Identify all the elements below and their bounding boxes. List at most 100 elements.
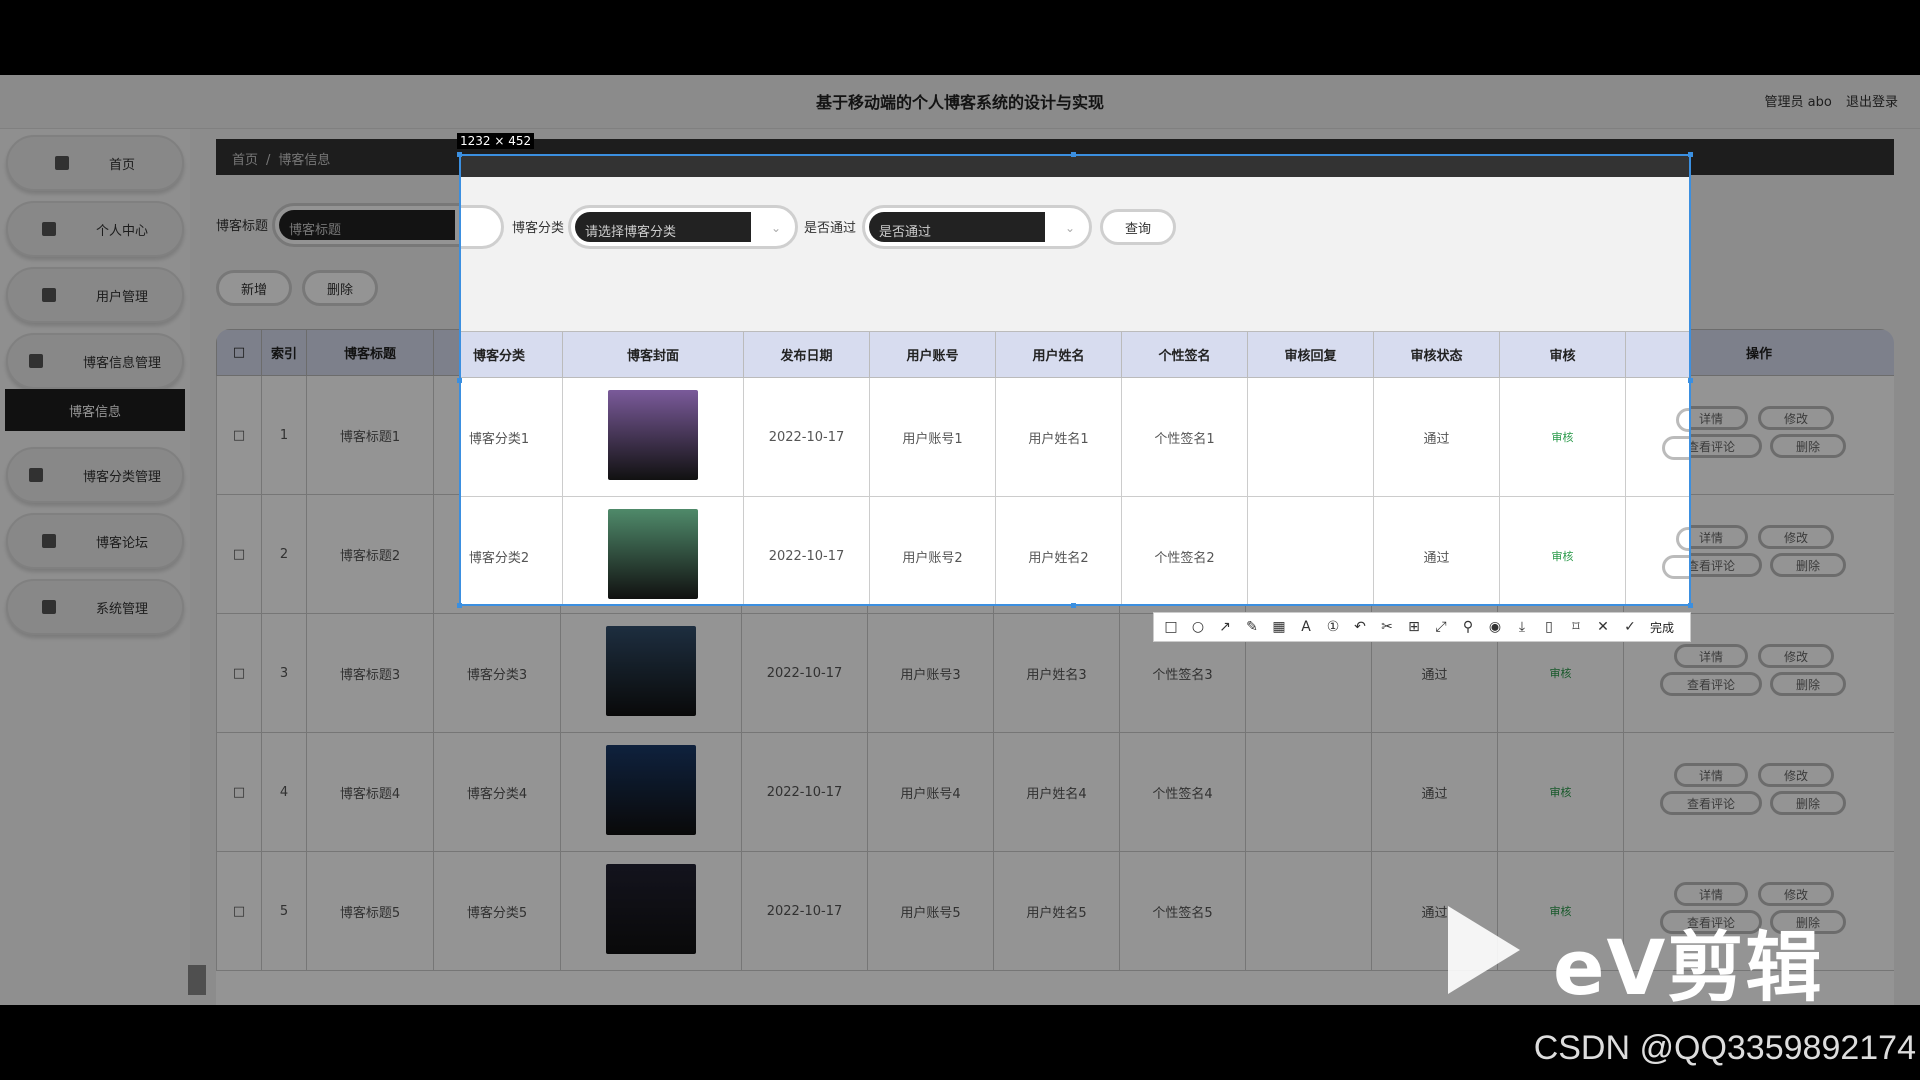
- selection-table-row[interactable]: □2博客标题2博客分类22022-10-17用户账号2用户姓名2个性签名2通过审…: [461, 496, 1689, 604]
- resize-handle[interactable]: [1071, 152, 1076, 157]
- row-checkbox[interactable]: □: [216, 613, 262, 733]
- arrow-icon[interactable]: ↗: [1214, 616, 1236, 638]
- row-delete-button[interactable]: 删除: [1770, 434, 1846, 458]
- table-row[interactable]: □ 4 博客标题4 博客分类4 2022-10-17 用户账号4 用户姓名4 个性签名4 通过 审…: [216, 732, 1894, 852]
- sidebar-item-system[interactable]: 系统管理: [6, 579, 184, 635]
- blog-cover-image[interactable]: [606, 745, 696, 835]
- selection-audit-link[interactable]: 审核: [1552, 550, 1574, 563]
- ellipse-icon[interactable]: ○: [1187, 616, 1209, 638]
- bookmark-icon[interactable]: ⌑: [1565, 616, 1587, 638]
- selection-title-filter-input[interactable]: 博客标题: [461, 205, 504, 249]
- resize-handle[interactable]: [1688, 378, 1693, 383]
- edit-button[interactable]: 修改: [1758, 644, 1834, 668]
- selection-pass-select-placeholder: 是否通过: [869, 212, 1045, 242]
- edit-button[interactable]: 修改: [1758, 525, 1834, 549]
- detail-button[interactable]: 详情: [1674, 882, 1748, 906]
- selection-column-header: 操作: [1625, 331, 1689, 378]
- selection-column-header: 审核: [1499, 331, 1626, 378]
- sidebar-scrollbar[interactable]: [188, 965, 206, 995]
- sidebar-item-home[interactable]: 首页: [6, 135, 184, 191]
- cut-icon[interactable]: ✂: [1376, 616, 1398, 638]
- selection-view-comments-button[interactable]: 查看评论: [1662, 436, 1689, 460]
- selection-cover-cell: [562, 496, 744, 604]
- sidebar-item-blog-info[interactable]: 博客信息管理: [6, 333, 184, 389]
- snip-selection[interactable]: 基于移动端的个人博客系统的设计与实现 管理员 abo 退出登录 首页 个人中心 …: [459, 154, 1691, 606]
- number-icon[interactable]: ①: [1322, 616, 1344, 638]
- row-delete-button[interactable]: 删除: [1770, 553, 1846, 577]
- selection-view-comments-button[interactable]: 查看评论: [1662, 555, 1689, 579]
- audit-link[interactable]: 审核: [1550, 667, 1572, 680]
- check-icon[interactable]: ✓: [1619, 616, 1641, 638]
- selection-category-select[interactable]: 请选择博客分类 ⌄: [568, 205, 798, 249]
- detail-button[interactable]: 详情: [1674, 763, 1748, 787]
- resize-handle[interactable]: [1688, 152, 1693, 157]
- blog-cover-image[interactable]: [606, 864, 696, 954]
- text-icon[interactable]: A: [1295, 616, 1317, 638]
- pin-icon[interactable]: ⚲: [1457, 616, 1479, 638]
- translate-icon[interactable]: ⤢: [1430, 616, 1452, 638]
- pen-icon[interactable]: ✎: [1241, 616, 1263, 638]
- users-icon: [41, 288, 56, 302]
- selection-column-header: 发布日期: [743, 331, 870, 378]
- snip-size-label: 1232 × 452: [457, 133, 535, 149]
- resize-handle[interactable]: [457, 378, 462, 383]
- sidebar: 首页 个人中心 用户管理 博客信息管理 博客信息 博客分类管理 博客论坛 系统管…: [0, 129, 190, 1005]
- resize-handle[interactable]: [457, 603, 462, 608]
- selection-audit-link[interactable]: 审核: [1552, 431, 1574, 444]
- view-comments-button[interactable]: 查看评论: [1660, 791, 1762, 815]
- row-checkbox[interactable]: □: [216, 732, 262, 852]
- add-button[interactable]: 新增: [216, 270, 292, 306]
- record-icon[interactable]: ◉: [1484, 616, 1506, 638]
- selection-blog-cover-image[interactable]: [608, 509, 698, 599]
- row-delete-button[interactable]: 删除: [1770, 672, 1846, 696]
- audit-link[interactable]: 审核: [1550, 786, 1572, 799]
- selection-pass-select[interactable]: 是否通过 ⌄: [862, 205, 1092, 249]
- logout-link[interactable]: 退出登录: [1846, 95, 1898, 110]
- app-window: 基于移动端的个人博客系统的设计与实现 管理员 abo 退出登录 首页 个人中心 …: [461, 156, 1689, 604]
- selection-blog-cover-image[interactable]: [608, 390, 698, 480]
- download-icon[interactable]: ⤓: [1511, 616, 1533, 638]
- delete-button[interactable]: 删除: [302, 270, 378, 306]
- ev-watermark-text: eV剪辑: [1553, 923, 1824, 1012]
- selection-detail-button[interactable]: 详情: [1676, 527, 1689, 551]
- selection-status-cell: 通过: [1373, 377, 1500, 497]
- edit-button[interactable]: 修改: [1758, 763, 1834, 787]
- name-cell: 用户姓名4: [993, 732, 1120, 852]
- row-checkbox[interactable]: □: [216, 494, 262, 614]
- name-cell: 用户姓名5: [993, 851, 1120, 971]
- home-icon: [54, 156, 69, 170]
- forum-icon: [41, 534, 56, 548]
- save-icon[interactable]: ▯: [1538, 616, 1560, 638]
- select-all-checkbox[interactable]: □: [216, 329, 262, 376]
- selection-content: 基于移动端的个人博客系统的设计与实现 管理员 abo 退出登录 首页 个人中心 …: [461, 156, 1689, 604]
- selection-table-row[interactable]: □1博客标题1博客分类12022-10-17用户账号1用户姓名1个性签名1通过审…: [461, 377, 1689, 497]
- mosaic-icon[interactable]: ▦: [1268, 616, 1290, 638]
- selection-sign-cell: 个性签名1: [1121, 377, 1248, 497]
- resize-handle[interactable]: [457, 152, 462, 157]
- selection-detail-button[interactable]: 详情: [1676, 408, 1689, 432]
- sidebar-subitem-blog-info[interactable]: 博客信息: [5, 389, 185, 431]
- rect-icon[interactable]: □: [1160, 616, 1182, 638]
- sidebar-item-category[interactable]: 博客分类管理: [6, 447, 184, 503]
- sidebar-item-users[interactable]: 用户管理: [6, 267, 184, 323]
- detail-button[interactable]: 详情: [1674, 644, 1748, 668]
- title-cell: 博客标题4: [306, 732, 434, 852]
- blog-cover-image[interactable]: [606, 626, 696, 716]
- done-button[interactable]: 完成: [1650, 619, 1674, 636]
- resize-handle[interactable]: [1688, 603, 1693, 608]
- edit-button[interactable]: 修改: [1758, 406, 1834, 430]
- close-icon[interactable]: ✕: [1592, 616, 1614, 638]
- view-comments-button[interactable]: 查看评论: [1660, 672, 1762, 696]
- row-delete-button[interactable]: 删除: [1770, 791, 1846, 815]
- breadcrumb-home[interactable]: 首页: [232, 153, 258, 168]
- row-checkbox[interactable]: □: [216, 375, 262, 495]
- sign-cell: 个性签名5: [1119, 851, 1246, 971]
- undo-icon[interactable]: ↶: [1349, 616, 1371, 638]
- resize-handle[interactable]: [1071, 603, 1076, 608]
- selection-query-button[interactable]: 查询: [1100, 209, 1176, 245]
- row-checkbox[interactable]: □: [216, 851, 262, 971]
- ocr-icon[interactable]: ⊞: [1403, 616, 1425, 638]
- edit-button[interactable]: 修改: [1758, 882, 1834, 906]
- sidebar-item-profile[interactable]: 个人中心: [6, 201, 184, 257]
- sidebar-item-forum[interactable]: 博客论坛: [6, 513, 184, 569]
